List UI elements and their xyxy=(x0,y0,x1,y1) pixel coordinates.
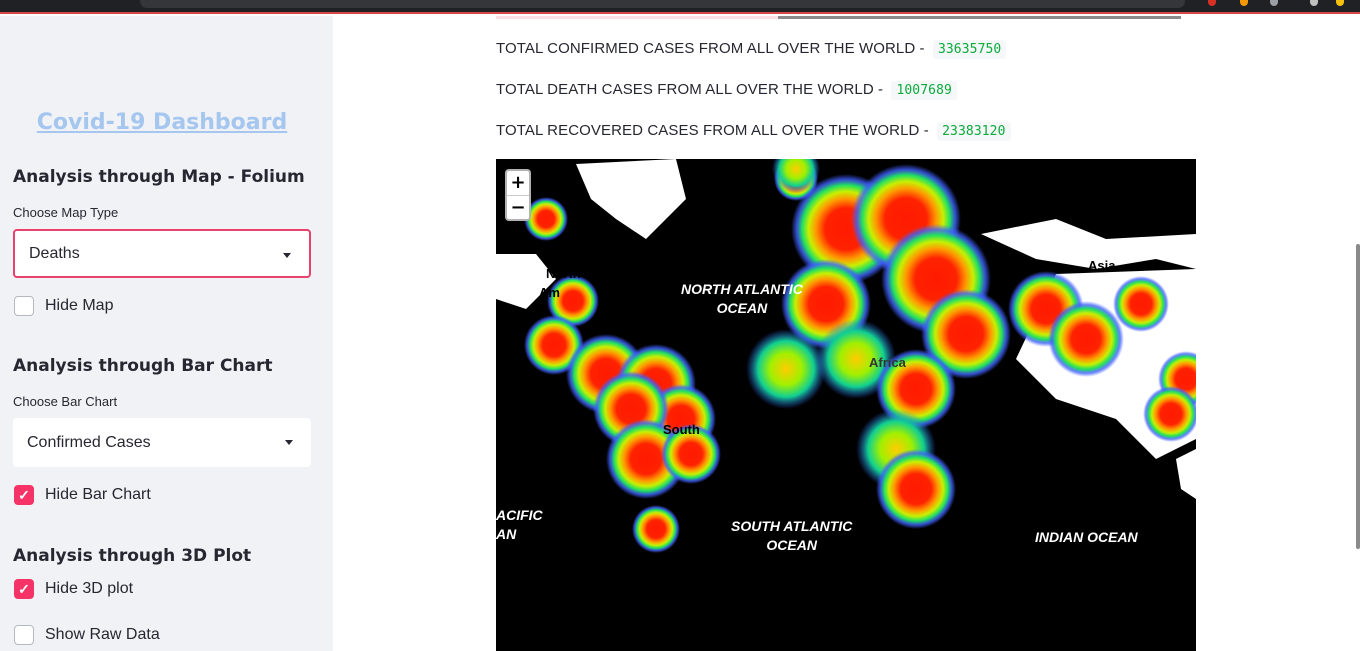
heat-blob xyxy=(746,329,826,409)
chevron-down-icon xyxy=(283,253,291,258)
bar-section-heading: Analysis through Bar Chart xyxy=(13,356,273,376)
map-label-line: AN xyxy=(496,526,517,542)
greenland-land xyxy=(576,159,686,239)
map-label-line: NORTH ATLANTIC xyxy=(681,281,803,297)
bar-chart-label: Choose Bar Chart xyxy=(13,394,118,409)
hide-bar-chart-checkbox[interactable]: ✓ Hide Bar Chart xyxy=(14,485,151,505)
bar-chart-value: Confirmed Cases xyxy=(27,433,151,451)
progress-bar xyxy=(496,16,1181,19)
extension-icon[interactable] xyxy=(1240,0,1248,6)
map-label-line: OCEAN xyxy=(766,537,817,553)
heatmap-map[interactable]: + − North Am NORTH ATLANTIC OCEAN Africa… xyxy=(496,159,1196,651)
checkmark-icon[interactable]: ✓ xyxy=(14,485,34,505)
hide-map-label: Hide Map xyxy=(45,297,114,314)
zoom-control: + − xyxy=(505,169,531,221)
show-raw-data-label: Show Raw Data xyxy=(45,626,160,643)
checkbox-box[interactable] xyxy=(14,625,34,645)
profile-avatar[interactable] xyxy=(1310,0,1318,6)
hide-3d-plot-checkbox[interactable]: ✓ Hide 3D plot xyxy=(14,579,133,599)
heat-blob xyxy=(632,505,680,553)
extension-icon[interactable] xyxy=(1270,0,1278,6)
show-raw-data-checkbox[interactable]: Show Raw Data xyxy=(14,625,160,645)
stat-value: 1007689 xyxy=(891,81,957,100)
pacific-ocean-label: ACIFIC AN xyxy=(496,506,543,544)
hide-bar-chart-label: Hide Bar Chart xyxy=(45,486,151,503)
map-label-line: SOUTH ATLANTIC xyxy=(731,518,853,534)
map-label-line: OCEAN xyxy=(716,300,768,316)
map-type-value: Deaths xyxy=(29,244,80,262)
north-america-label: North xyxy=(546,266,581,281)
stat-value: 23383120 xyxy=(937,122,1011,141)
progress-bar-fill xyxy=(778,16,1181,19)
death-cases-stat: TOTAL DEATH CASES FROM ALL OVER THE WORL… xyxy=(496,81,957,100)
heat-blob xyxy=(1048,301,1124,377)
stat-label: TOTAL RECOVERED CASES FROM ALL OVER THE … xyxy=(496,122,929,139)
hide-3d-plot-label: Hide 3D plot xyxy=(45,580,134,597)
stat-value: 33635750 xyxy=(932,40,1007,59)
checkbox-box[interactable] xyxy=(14,296,34,316)
indian-ocean-label: INDIAN OCEAN xyxy=(1035,529,1138,545)
bar-chart-select[interactable]: Confirmed Cases xyxy=(13,418,311,467)
page-scrollbar[interactable] xyxy=(1356,244,1360,549)
dashboard-title-link[interactable]: Covid-19 Dashboard xyxy=(0,110,324,135)
north-atlantic-label: NORTH ATLANTIC OCEAN xyxy=(681,280,803,318)
heat-blob xyxy=(876,449,956,529)
map-type-select[interactable]: Deaths xyxy=(13,229,311,278)
stat-label: TOTAL DEATH CASES FROM ALL OVER THE WORL… xyxy=(496,81,884,98)
heat-blob xyxy=(1113,276,1169,332)
map-label-line: ACIFIC xyxy=(496,507,543,523)
plot-section-heading: Analysis through 3D Plot xyxy=(13,546,252,566)
chevron-down-icon xyxy=(285,440,293,445)
map-type-label: Choose Map Type xyxy=(13,205,119,220)
map-section-heading: Analysis through Map - Folium xyxy=(13,167,305,187)
extension-icon[interactable] xyxy=(1208,0,1216,6)
zoom-out-button[interactable]: − xyxy=(507,195,529,219)
address-bar[interactable] xyxy=(140,0,1185,8)
hide-map-checkbox[interactable]: Hide Map xyxy=(14,296,113,316)
checkmark-icon[interactable]: ✓ xyxy=(14,579,34,599)
sidebar: Covid-19 Dashboard Analysis through Map … xyxy=(0,16,333,651)
stat-label: TOTAL CONFIRMED CASES FROM ALL OVER THE … xyxy=(496,40,925,57)
menu-icon[interactable] xyxy=(1336,0,1344,6)
asia-label: Asia xyxy=(1088,258,1116,273)
browser-toolbar xyxy=(0,0,1360,14)
confirmed-cases-stat: TOTAL CONFIRMED CASES FROM ALL OVER THE … xyxy=(496,40,1007,59)
australia-land xyxy=(1176,449,1196,499)
map-canvas xyxy=(496,159,1196,553)
zoom-in-button[interactable]: + xyxy=(507,171,529,195)
south-america-label: South xyxy=(663,422,700,437)
recovered-cases-stat: TOTAL RECOVERED CASES FROM ALL OVER THE … xyxy=(496,122,1011,141)
north-america-label: Am xyxy=(539,285,560,300)
south-atlantic-label: SOUTH ATLANTIC OCEAN xyxy=(731,517,852,555)
africa-label: Africa xyxy=(869,355,906,370)
